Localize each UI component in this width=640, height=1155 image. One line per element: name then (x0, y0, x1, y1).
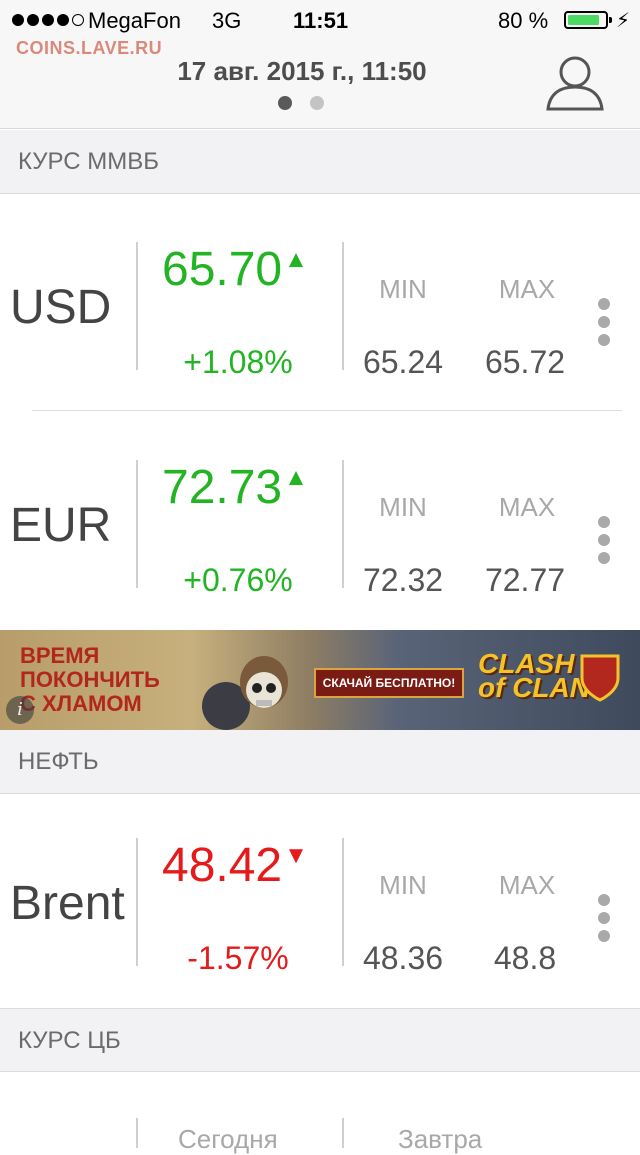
divider (342, 460, 344, 588)
price-change: +1.08% (183, 344, 293, 380)
today-label: Сегодня (178, 1124, 278, 1154)
status-time: 11:51 (293, 8, 349, 33)
ad-banner[interactable]: ВРЕМЯ ПОКОНЧИТЬ С ХЛАМОМ i СКАЧАЙ БЕСПЛА… (0, 630, 640, 730)
signal-strength-icon (12, 14, 84, 26)
arrow-down-icon: ▼ (284, 842, 308, 869)
row-separator (32, 410, 622, 411)
app-header: MegaFon 3G 11:51 80 % ⚡ COINS.LAVE.RU 17… (0, 0, 640, 129)
more-options-icon[interactable] (598, 298, 610, 346)
ad-character-image (202, 656, 288, 730)
divider (342, 838, 344, 966)
ad-headline-line-2: ПОКОНЧИТЬ (20, 667, 160, 692)
min-value: 48.36 (362, 940, 444, 976)
min-label: MIN (379, 870, 427, 900)
update-date: 17 авг. 2015 г., 11:50 (177, 56, 427, 86)
ad-headline: ВРЕМЯ ПОКОНЧИТЬ С ХЛАМОМ (20, 644, 160, 716)
more-options-icon[interactable] (598, 894, 610, 942)
price-change: -1.57% (187, 940, 289, 976)
max-label: MAX (498, 870, 556, 900)
page-dot-1[interactable] (278, 96, 292, 110)
max-value: 72.77 (484, 562, 566, 598)
price-value: 72.73 (162, 461, 283, 514)
price: 65.70▲ (162, 242, 308, 297)
status-bar: MegaFon 3G 11:51 80 % ⚡ (0, 0, 640, 40)
section-header-cb: КУРС ЦБ (0, 1008, 640, 1072)
arrow-up-icon: ▲ (284, 464, 308, 491)
arrow-up-icon: ▲ (284, 246, 308, 273)
min-value: 72.32 (362, 562, 444, 598)
rate-row-usd[interactable]: USD 65.70▲ +1.08% MIN MAX 65.24 65.72 (0, 216, 640, 432)
charging-icon: ⚡ (616, 10, 631, 32)
commodity-code: Brent (10, 877, 125, 930)
max-label: MAX (498, 274, 556, 304)
divider (136, 1118, 138, 1148)
page-indicator[interactable] (278, 96, 324, 110)
currency-code: EUR (10, 499, 112, 552)
max-value: 65.72 (484, 344, 566, 380)
shield-icon (580, 654, 620, 702)
page-dot-2[interactable] (310, 96, 324, 110)
ad-download-button[interactable]: СКАЧАЙ БЕСПЛАТНО! (314, 668, 464, 698)
currency-code: USD (10, 281, 112, 334)
price-change: +0.76% (183, 562, 293, 598)
divider (342, 242, 344, 370)
divider (342, 1118, 344, 1148)
ad-headline-line-1: ВРЕМЯ (20, 643, 100, 668)
divider (136, 242, 138, 370)
section-header-oil: НЕФТЬ (0, 730, 640, 794)
user-icon[interactable] (544, 54, 606, 112)
battery-percent: 80 % (498, 8, 549, 33)
price: 72.73▲ (162, 460, 308, 515)
max-value: 48.8 (493, 940, 557, 976)
carrier-name: MegaFon (88, 8, 181, 33)
rate-row-eur[interactable]: EUR 72.73▲ +0.76% MIN MAX 72.32 72.77 (0, 434, 640, 650)
rate-row-brent[interactable]: Brent 48.42▼ -1.57% MIN MAX 48.36 48.8 (0, 812, 640, 1028)
min-label: MIN (379, 274, 427, 304)
battery-icon (564, 11, 612, 29)
ad-headline-line-3: С ХЛАМОМ (20, 691, 142, 716)
network-type: 3G (212, 8, 242, 33)
price-value: 48.42 (162, 839, 283, 892)
divider (136, 838, 138, 966)
price: 48.42▼ (162, 838, 308, 893)
max-label: MAX (498, 492, 556, 522)
divider (136, 460, 138, 588)
rate-row-cb[interactable]: Сегодня Завтра (0, 1072, 640, 1154)
ad-info-icon[interactable]: i (6, 696, 34, 724)
more-options-icon[interactable] (598, 516, 610, 564)
min-value: 65.24 (362, 344, 444, 380)
section-header-mmvb: КУРС ММВБ (0, 130, 640, 194)
min-label: MIN (379, 492, 427, 522)
tomorrow-label: Завтра (398, 1124, 483, 1154)
price-value: 65.70 (162, 243, 283, 296)
